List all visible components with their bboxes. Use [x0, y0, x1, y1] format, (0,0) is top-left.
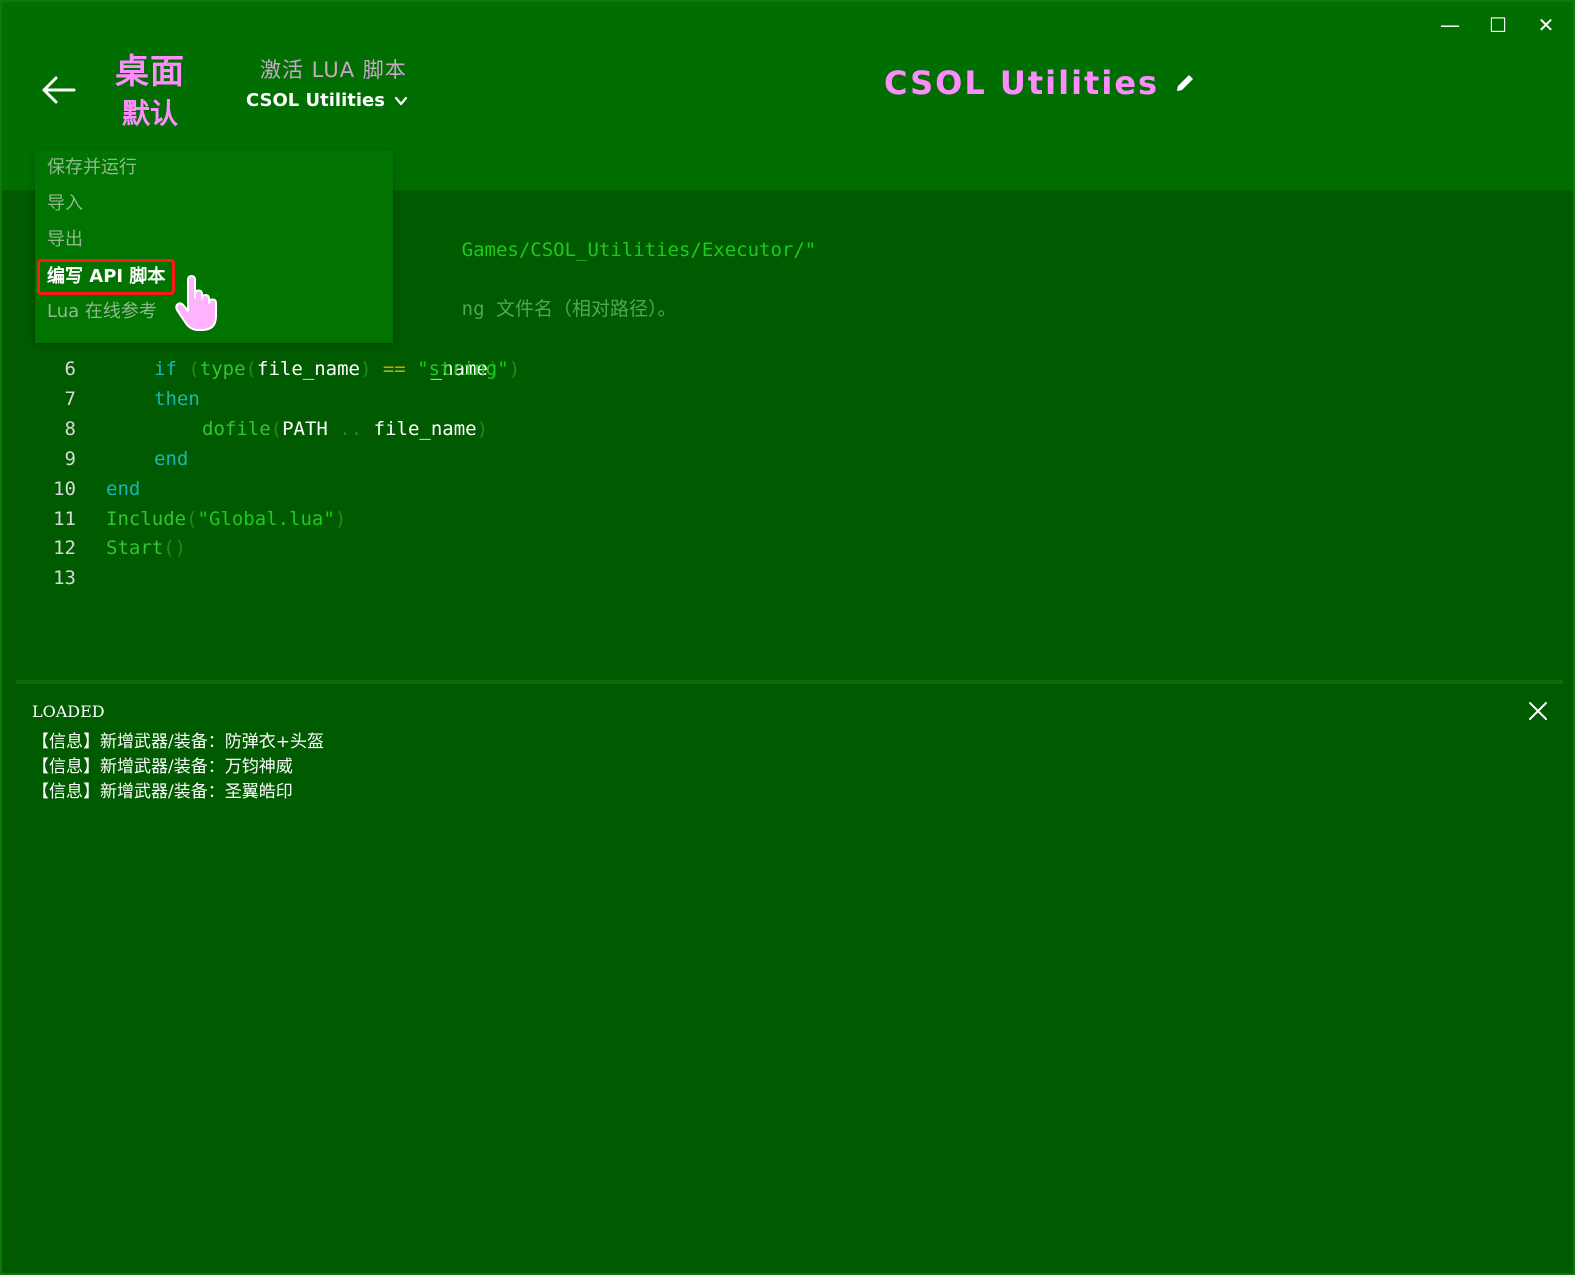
console-line: LOADED	[32, 702, 105, 721]
maximize-button[interactable]: ☐	[1485, 12, 1511, 38]
code-line: 9 end	[16, 444, 189, 474]
menu-item-import[interactable]: 导入	[37, 187, 93, 221]
minimize-button[interactable]: —	[1437, 12, 1463, 38]
line-number: 10	[53, 477, 76, 500]
line-number: 8	[64, 417, 76, 440]
console-line: 【信息】新增武器/装备：防弹衣+头盔	[32, 732, 324, 752]
code-token: )	[359, 358, 372, 380]
code-token: file_name	[373, 417, 477, 440]
code-token: (	[270, 417, 283, 440]
script-selector-value: CSOL Utilities	[246, 90, 385, 111]
page-title: CSOL Utilities	[884, 64, 1197, 102]
line-number: 6	[64, 358, 76, 380]
code-content: if (type(file_name) == "string")	[154, 354, 520, 384]
code-token: end	[106, 477, 141, 500]
code-line-fragment: Games/CSOL_Utilities/Executor/"	[393, 205, 817, 261]
code-line-fragment: ng 文件名（相对路径）。	[393, 264, 677, 320]
window-controls: — ☐ ✕	[1437, 12, 1559, 38]
code-content: dofile(PATH .. file_name)	[202, 414, 488, 444]
active-script-label: 激活 LUA 脚本	[260, 58, 407, 82]
line-number: 9	[64, 447, 76, 470]
code-token: Games/CSOL_Utilities/Executor/"	[461, 239, 817, 261]
pencil-icon[interactable]	[1173, 71, 1197, 95]
code-line: 7 then	[16, 384, 200, 414]
code-token: Include	[106, 507, 187, 530]
code-content: end	[154, 444, 188, 474]
code-content: Start()	[106, 533, 186, 563]
close-icon[interactable]	[1527, 700, 1549, 722]
code-token: dofile	[202, 417, 271, 440]
code-token: )	[334, 507, 347, 530]
code-token: PATH	[282, 417, 328, 440]
back-arrow-icon[interactable]	[38, 70, 78, 110]
code-line: 10 end	[16, 474, 140, 504]
code-token: "string"	[417, 358, 509, 380]
console-line: 【信息】新增武器/装备：万钧神威	[32, 757, 293, 777]
code-content: Include("Global.lua")	[106, 504, 346, 534]
code-token: (	[176, 358, 200, 380]
menu-item-lua-reference[interactable]: Lua 在线参考	[37, 295, 167, 329]
code-line: 11 Include("Global.lua")	[16, 504, 346, 534]
code-token: ==	[371, 358, 418, 380]
code-line: 12 Start()	[16, 533, 186, 563]
code-token: (	[245, 358, 257, 380]
console-line: 【信息】新增武器/装备：圣翼皓印	[32, 782, 293, 802]
code-token: )	[476, 417, 489, 440]
code-content: then	[154, 384, 200, 414]
device-name: 桌面	[115, 52, 185, 92]
code-token: ng 文件名（相对路径）。	[461, 298, 677, 320]
output-console: LOADED 【信息】新增武器/装备：防弹衣+头盔 【信息】新增武器/装备：万钧…	[16, 684, 1563, 1259]
line-number: 11	[53, 507, 76, 530]
chevron-down-icon	[394, 96, 408, 105]
code-token: type	[199, 358, 246, 380]
menu-item-write-api-script[interactable]: 编写 API 脚本	[37, 259, 176, 295]
code-token: then	[154, 387, 200, 410]
menu-item-export[interactable]: 导出	[37, 223, 93, 257]
profile-name: 默认	[121, 97, 178, 130]
code-line: 6 if (type(file_name) == "string")	[16, 354, 521, 384]
code-token: ()	[163, 537, 187, 560]
code-token: end	[154, 447, 189, 470]
menu-item-save-and-run[interactable]: 保存并运行	[37, 151, 147, 185]
code-token: file_name	[257, 358, 360, 380]
line-number: 7	[64, 387, 76, 410]
code-token: "Global.lua"	[197, 507, 335, 530]
code-line: 13	[16, 563, 106, 593]
code-line: 8 dofile(PATH .. file_name)	[16, 414, 488, 444]
code-token: if	[154, 358, 177, 380]
app-window: — ☐ ✕ 桌面 默认 激活 LUA 脚本 CSOL Utilities CSO…	[0, 0, 1575, 1275]
code-token: Start	[106, 537, 164, 560]
line-number: 13	[53, 567, 76, 590]
script-selector[interactable]: CSOL Utilities	[246, 90, 409, 111]
code-token: ..	[327, 417, 374, 440]
close-button[interactable]: ✕	[1533, 12, 1559, 38]
code-content: end	[106, 474, 140, 504]
code-token: (	[186, 507, 198, 530]
hand-pointer-icon	[175, 275, 217, 331]
code-token: )	[508, 358, 521, 380]
line-number: 12	[53, 537, 76, 560]
page-title-text: CSOL Utilities	[884, 64, 1160, 102]
